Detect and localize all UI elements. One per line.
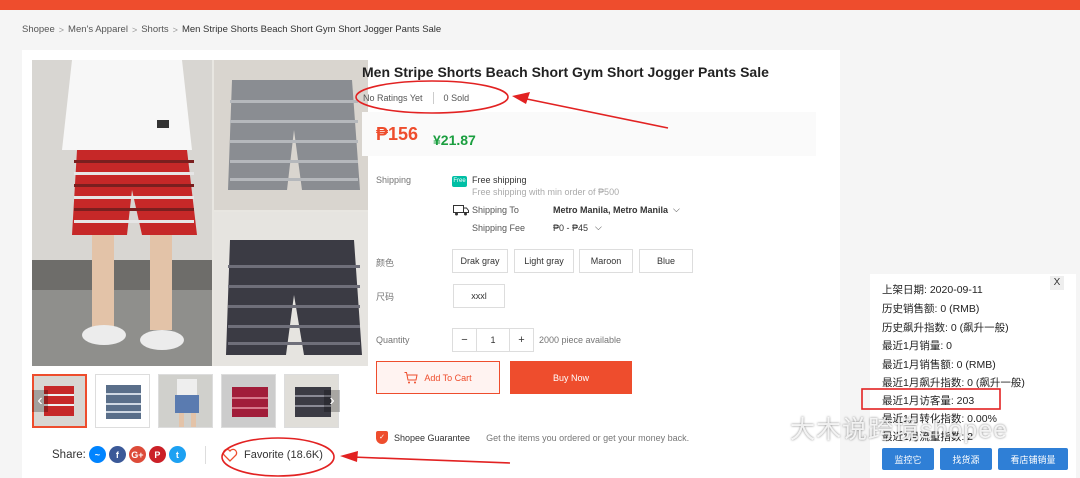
- price-box: ₱156 ¥21.87: [362, 112, 816, 156]
- stats-buttons: 监控它 找货源 看店铺销量: [882, 448, 1068, 470]
- size-option-xxxl[interactable]: xxxl: [453, 284, 505, 308]
- quantity-label: Quantity: [376, 335, 410, 345]
- shield-icon: ✓: [376, 431, 388, 444]
- facebook-icon[interactable]: f: [108, 446, 126, 463]
- cart-icon: [404, 371, 418, 383]
- color-option-light-gray[interactable]: Light gray: [514, 249, 574, 273]
- breadcrumb: Shopee > Men's Apparel > Shorts > Men St…: [22, 24, 441, 35]
- guarantee-title[interactable]: Shopee Guarantee: [394, 433, 470, 443]
- ratings-text[interactable]: No Ratings Yet: [363, 93, 423, 103]
- chevron-right-icon: >: [131, 24, 138, 35]
- stats-panel: X 上架日期: 2020-09-11 历史销售额: 0 (RMB) 历史飙升指数…: [870, 274, 1076, 478]
- rating-row: No Ratings Yet 0 Sold: [363, 92, 469, 104]
- color-label: 颜色: [376, 258, 395, 268]
- thumbnail-strip: [32, 374, 341, 428]
- breadcrumb-shorts[interactable]: Shorts: [141, 24, 168, 35]
- add-to-cart-label: Add To Cart: [424, 372, 472, 383]
- share-label: Share:: [52, 448, 86, 461]
- shipping-fee-label: Shipping Fee: [472, 223, 526, 233]
- free-shipping-icon: Free: [452, 176, 467, 187]
- thumbnail-2[interactable]: [95, 374, 150, 428]
- buy-now-button[interactable]: Buy Now: [510, 361, 632, 394]
- product-card: ‹ › Share: ~ f G+ P t Favorite (18.6K) M…: [22, 50, 840, 478]
- messenger-icon[interactable]: ~: [88, 446, 106, 463]
- favorite-button[interactable]: Favorite (18.6K): [222, 448, 323, 462]
- divider: [432, 92, 434, 104]
- stat-month-sales: 最近1月销售额: 0 (RMB): [882, 359, 996, 371]
- google-plus-icon[interactable]: G+: [128, 446, 146, 463]
- stat-history-sales: 历史销售额: 0 (RMB): [882, 303, 980, 315]
- free-shipping-title: Free shipping: [472, 175, 527, 185]
- shipping-label: Shipping: [376, 175, 412, 185]
- price: ₱156: [376, 124, 419, 144]
- watermark: 大木说跨境shopee: [790, 416, 1009, 444]
- price-cny: ¥21.87: [433, 132, 476, 148]
- color-option-blue[interactable]: Blue: [639, 249, 693, 273]
- shop-sales-button[interactable]: 看店铺销量: [998, 448, 1068, 470]
- stock-available: 2000 piece available: [539, 335, 622, 345]
- breadcrumb-current: Men Stripe Shorts Beach Short Gym Short …: [181, 24, 442, 35]
- divider: [205, 446, 206, 464]
- stat-month-visitors: 最近1月访客量: 203: [882, 395, 975, 407]
- share-row: Share: ~ f G+ P t: [52, 446, 186, 463]
- stat-listing-date: 上架日期: 2020-09-11: [882, 284, 983, 296]
- breadcrumb-mens-apparel[interactable]: Men's Apparel: [68, 24, 128, 35]
- stat-month-volume: 最近1月销量: 0: [882, 340, 953, 352]
- quantity-input[interactable]: 1: [476, 329, 510, 351]
- minus-button[interactable]: −: [453, 329, 476, 351]
- add-to-cart-button[interactable]: Add To Cart: [376, 361, 500, 394]
- quantity-stepper: − 1 +: [452, 328, 534, 352]
- color-option-maroon[interactable]: Maroon: [579, 249, 633, 273]
- favorite-count: Favorite (18.6K): [244, 449, 323, 461]
- pinterest-icon[interactable]: P: [148, 446, 166, 463]
- shopee-guarantee: ✓ Shopee Guarantee Get the items you ord…: [376, 431, 689, 444]
- thumbnail-3[interactable]: [158, 374, 213, 428]
- twitter-icon[interactable]: t: [168, 446, 186, 463]
- size-label-text: 尺码: [376, 292, 395, 302]
- stat-history-trend: 历史飙升指数: 0 (飙升一般): [882, 322, 1009, 334]
- shipping-to-label: Shipping To: [472, 205, 519, 215]
- monitor-button[interactable]: 监控它: [882, 448, 934, 470]
- shipping-fee-value[interactable]: ₱0 - ₱45: [553, 223, 588, 233]
- close-button[interactable]: X: [1050, 276, 1064, 290]
- top-navigation-bar: [0, 0, 1080, 10]
- guarantee-desc: Get the items you ordered or get your mo…: [486, 432, 690, 443]
- chevron-right-icon: >: [172, 24, 178, 35]
- stat-month-trend: 最近1月飙升指数: 0 (飙升一般): [882, 377, 1025, 389]
- product-main-image[interactable]: [32, 60, 368, 366]
- breadcrumb-shopee[interactable]: Shopee: [22, 24, 55, 35]
- chevron-right-icon[interactable]: ›: [324, 390, 340, 412]
- chevron-down-icon[interactable]: ⌵: [673, 204, 680, 215]
- plus-button[interactable]: +: [510, 329, 533, 351]
- thumbnail-4[interactable]: [221, 374, 276, 428]
- heart-icon: [222, 448, 238, 462]
- free-shipping-sub: Free shipping with min order of ₱500: [472, 187, 620, 197]
- truck-icon: [453, 205, 469, 216]
- shipping-to-value[interactable]: Metro Manila, Metro Manila: [553, 205, 668, 215]
- product-title: Men Stripe Shorts Beach Short Gym Short …: [362, 64, 769, 80]
- find-source-button[interactable]: 找货源: [940, 448, 992, 470]
- chevron-left-icon[interactable]: ‹: [32, 390, 48, 412]
- sold-label: Sold: [451, 93, 470, 103]
- color-option-drak-gray[interactable]: Drak gray: [452, 249, 508, 273]
- chevron-right-icon: >: [58, 24, 65, 35]
- sold-count: 0: [443, 93, 449, 103]
- chevron-down-icon[interactable]: ⌵: [595, 222, 602, 233]
